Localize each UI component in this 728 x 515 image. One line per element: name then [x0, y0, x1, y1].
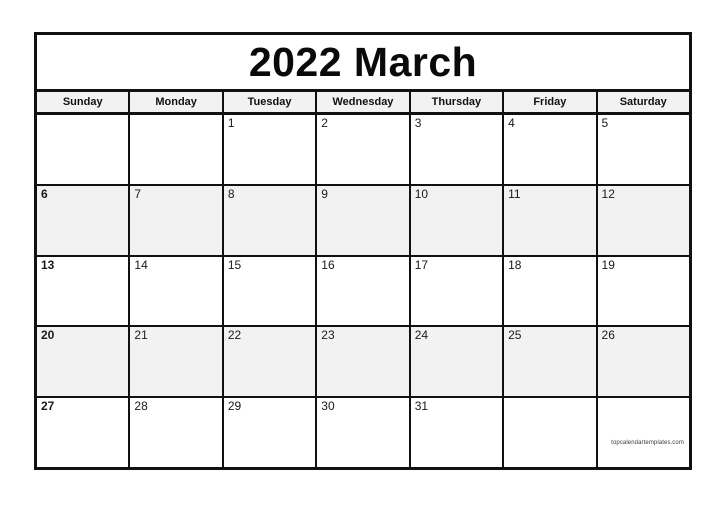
- day-number: 4: [508, 116, 515, 130]
- day-number: 16: [321, 257, 335, 272]
- calendar-day-cell[interactable]: 22: [223, 327, 318, 397]
- day-number: 14: [134, 257, 148, 272]
- day-number: 19: [601, 257, 615, 272]
- calendar-day-cell[interactable]: 3: [410, 115, 505, 184]
- calendar-day-cell[interactable]: 5: [597, 115, 689, 184]
- day-number: 5: [601, 116, 609, 130]
- day-number: 11: [508, 186, 521, 201]
- day-number: 27: [41, 399, 55, 414]
- calendar-day-cell[interactable]: 28: [130, 398, 224, 467]
- day-number: 3: [414, 116, 422, 130]
- day-number: 12: [601, 186, 615, 201]
- weekday-header-monday: Monday: [130, 92, 224, 112]
- calendar-title-bar: 2022 March: [37, 35, 689, 92]
- day-number: 13: [41, 257, 55, 272]
- calendar-day-cell[interactable]: 25: [504, 327, 598, 397]
- calendar-day-cell[interactable]: 13: [37, 256, 131, 326]
- calendar-day-cell[interactable]: 19: [597, 256, 689, 326]
- calendar-week-row: 1 2 3 4 5: [37, 115, 689, 186]
- weekday-header-label: Friday: [533, 96, 567, 108]
- weekday-header-tuesday: Tuesday: [223, 92, 318, 112]
- day-number: 1: [227, 116, 235, 130]
- day-number: 2: [321, 116, 328, 130]
- day-number: 20: [41, 328, 55, 343]
- calendar-page: 2022 March Sunday Monday Tuesday Wednesday T…: [0, 0, 728, 515]
- day-number: 21: [134, 328, 148, 343]
- calendar-day-cell[interactable]: 6: [37, 185, 131, 255]
- calendar-day-cell[interactable]: 20: [37, 327, 131, 397]
- day-number: 30: [321, 399, 335, 414]
- calendar-day-cell[interactable]: 8: [223, 185, 318, 255]
- calendar-frame: 2022 March Sunday Monday Tuesday Wednesday T…: [34, 32, 692, 470]
- day-number: 23: [321, 328, 335, 343]
- weekday-header-label: Monday: [155, 96, 197, 108]
- calendar-week-row: 13 14 15 16 17 18 19: [37, 256, 689, 328]
- calendar-day-cell[interactable]: 23: [317, 327, 411, 397]
- day-number: 18: [508, 257, 522, 272]
- day-number: 7: [134, 186, 142, 201]
- day-number: 31: [414, 399, 429, 414]
- day-number: 17: [414, 257, 429, 272]
- weekday-header-sunday: Sunday: [37, 92, 131, 112]
- calendar-day-cell[interactable]: 27: [37, 398, 131, 467]
- calendar-week-row: 20 21 22 23 24 25 26: [37, 327, 689, 399]
- day-number: 22: [227, 328, 242, 343]
- calendar-day-cell[interactable]: 18: [504, 256, 598, 326]
- page-title: 2022 March: [248, 38, 478, 85]
- day-number: 25: [508, 328, 522, 343]
- calendar-day-cell[interactable]: 9: [317, 185, 411, 255]
- calendar-day-cell[interactable]: 7: [130, 185, 224, 255]
- day-number: 28: [134, 399, 148, 414]
- calendar-day-cell[interactable]: 17: [410, 256, 505, 326]
- calendar-day-cell[interactable]: 31: [410, 398, 505, 467]
- weekday-header-row: Sunday Monday Tuesday Wednesday Thursday Frid…: [37, 92, 689, 115]
- weekday-header-saturday: Saturday: [597, 92, 689, 112]
- weekday-header-label: Tuesday: [247, 96, 292, 108]
- calendar-grid: 1 2 3 4 5 6 7 8 9 10 11 12 13 14 15 16 17 18 19 20 21 22 23 24 2…: [37, 115, 689, 467]
- calendar-day-cell[interactable]: 2: [317, 115, 411, 184]
- calendar-day-cell[interactable]: 1: [223, 115, 318, 184]
- weekday-header-label: Wednesday: [332, 96, 394, 108]
- watermark-text: topcalendartemplates.com: [611, 439, 684, 446]
- calendar-day-cell[interactable]: 10: [410, 185, 505, 255]
- calendar-day-cell[interactable]: 4: [504, 115, 598, 184]
- calendar-empty-cell[interactable]: topcalendartemplates.com: [597, 398, 689, 467]
- calendar-empty-cell[interactable]: [504, 398, 598, 467]
- calendar-empty-cell[interactable]: [37, 115, 131, 184]
- weekday-header-friday: Friday: [504, 92, 598, 112]
- calendar-day-cell[interactable]: 26: [597, 327, 689, 397]
- day-number: 6: [41, 186, 48, 201]
- calendar-empty-cell[interactable]: [130, 115, 224, 184]
- calendar-day-cell[interactable]: 16: [317, 256, 411, 326]
- calendar-day-cell[interactable]: 12: [597, 185, 689, 255]
- day-number: 29: [227, 399, 242, 414]
- day-number: 8: [227, 186, 235, 201]
- day-number: 15: [227, 257, 242, 272]
- calendar-week-row: 27 28 29 30 31 topcalendartemplates.com: [37, 398, 689, 467]
- calendar-day-cell[interactable]: 11: [504, 185, 598, 255]
- calendar-week-row: 6 7 8 9 10 11 12: [37, 185, 689, 257]
- calendar-day-cell[interactable]: 14: [130, 256, 224, 326]
- calendar-day-cell[interactable]: 29: [223, 398, 318, 467]
- calendar-day-cell[interactable]: 24: [410, 327, 505, 397]
- calendar-day-cell[interactable]: 30: [317, 398, 411, 467]
- calendar-day-cell[interactable]: 15: [223, 256, 318, 326]
- weekday-header-label: Saturday: [619, 96, 667, 108]
- weekday-header-thursday: Thursday: [410, 92, 505, 112]
- weekday-header-label: Thursday: [431, 96, 482, 108]
- calendar-day-cell[interactable]: 21: [130, 327, 224, 397]
- day-number: 24: [414, 328, 429, 343]
- day-number: 10: [414, 186, 429, 201]
- day-number: 26: [601, 328, 615, 343]
- weekday-header-wednesday: Wednesday: [317, 92, 411, 112]
- weekday-header-label: Sunday: [62, 96, 103, 108]
- day-number: 9: [321, 186, 328, 201]
